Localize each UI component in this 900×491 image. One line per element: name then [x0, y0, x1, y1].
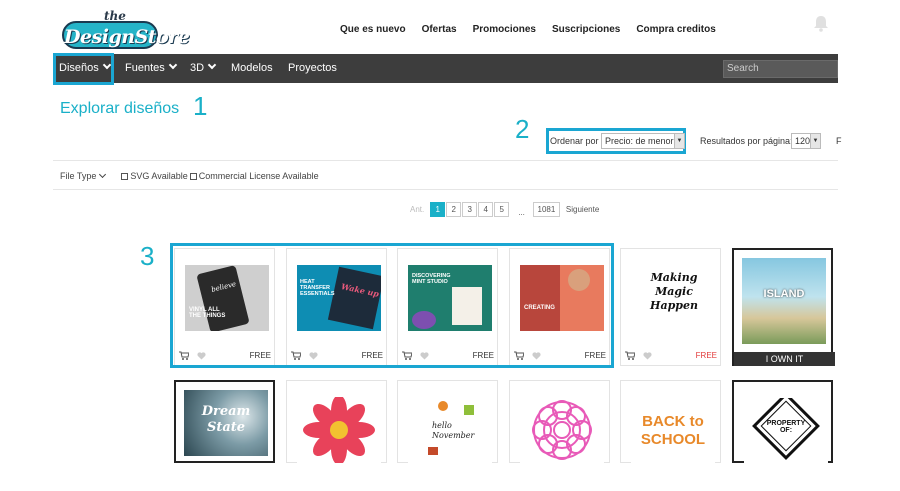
thumb-text: BACK to SCHOOL	[640, 413, 706, 448]
own-it-badge: I OWN IT	[734, 352, 835, 366]
sort-value: Precio: de menor a	[605, 136, 682, 146]
checkbox-icon[interactable]	[121, 173, 129, 180]
filter-file-type[interactable]: File Type	[60, 170, 107, 181]
results-extra: F	[836, 136, 842, 146]
nav-compra-creditos[interactable]: Compra creditos	[636, 24, 715, 35]
flower-icon	[303, 397, 375, 463]
nav-proyectos[interactable]: Proyectos	[288, 54, 337, 83]
thumb-text: PROPERTY OF:	[766, 420, 806, 434]
product-card[interactable]: BACK to SCHOOL	[620, 380, 721, 463]
divider	[53, 160, 838, 161]
product-thumbnail[interactable]: hello November	[408, 397, 492, 463]
product-thumbnail[interactable]	[297, 397, 381, 463]
product-card[interactable]: Making Magic Happen FREE	[620, 248, 721, 366]
pager-page[interactable]: 1	[430, 202, 446, 217]
chevron-down-icon	[207, 60, 217, 70]
select-arrow-icon: ▼	[674, 134, 684, 148]
select-arrow-icon: ▼	[810, 134, 820, 148]
product-card[interactable]: ISLAND I OWN IT	[732, 248, 835, 366]
chevron-down-icon	[168, 60, 177, 70]
nav-3d-label: 3D	[190, 62, 205, 74]
nav-modelos[interactable]: Modelos	[231, 54, 273, 83]
price-label: FREE	[695, 351, 717, 360]
product-card[interactable]: hello November	[397, 380, 498, 463]
category-navbar: Diseños Fuentes 3D Modelos Proyectos Sea…	[53, 54, 838, 83]
results-select[interactable]: 120 ▼	[791, 133, 821, 149]
thumb-text: hello November	[432, 421, 475, 440]
heart-icon[interactable]	[643, 351, 652, 360]
nav-que-es-nuevo[interactable]: Que es nuevo	[340, 24, 406, 35]
page-title: Explorar diseños	[60, 100, 180, 117]
highlight-free-products	[170, 243, 614, 368]
filter-license[interactable]: Commercial License Available	[189, 171, 319, 181]
nav-fuentes[interactable]: Fuentes	[125, 54, 177, 83]
annotation-2: 2	[515, 114, 530, 144]
nav-ofertas[interactable]: Ofertas	[422, 24, 457, 35]
filter-file-type-label: File Type	[60, 171, 97, 181]
checkbox-icon[interactable]	[189, 173, 197, 180]
sort-select[interactable]: Precio: de menor a ▼	[601, 133, 685, 149]
product-thumbnail[interactable]	[520, 397, 604, 463]
product-card[interactable]: PROPERTY OF:	[732, 380, 833, 464]
top-nav: Que es nuevo Ofertas Promociones Suscrip…	[340, 24, 732, 35]
pager-ellipsis: ...	[518, 208, 525, 217]
filter-svg-label: SVG Available	[130, 171, 188, 181]
search-input[interactable]: Search	[723, 60, 838, 78]
filters-bar: File Type SVG Available Commercial Licen…	[60, 170, 319, 181]
product-card[interactable]	[509, 380, 610, 463]
sort-label: Ordenar por	[550, 136, 599, 146]
results-label: Resultados por página:	[700, 136, 793, 146]
pager-last[interactable]: 1081	[532, 202, 560, 217]
annotation-3: 3	[140, 241, 155, 271]
product-card[interactable]: Dream State	[174, 380, 275, 463]
logo-wordmark: DesignStore	[62, 21, 190, 49]
nav-3d[interactable]: 3D	[190, 54, 217, 83]
pager-prev[interactable]: Ant.	[410, 205, 424, 214]
nav-fuentes-label: Fuentes	[125, 62, 165, 74]
pager-page[interactable]: 5	[494, 202, 510, 217]
results-value: 120	[795, 136, 811, 146]
nav-suscripciones[interactable]: Suscripciones	[552, 24, 620, 35]
chevron-down-icon	[99, 170, 107, 179]
filter-license-label: Commercial License Available	[198, 171, 319, 181]
nav-promociones[interactable]: Promociones	[473, 24, 536, 35]
pager-page[interactable]: 3	[462, 202, 478, 217]
pagination: Ant. 1 2 3 4 5 ... 1081 Siguiente	[410, 202, 599, 217]
mandala-icon	[532, 400, 592, 460]
bell-icon[interactable]	[812, 14, 830, 32]
annotation-1: 1	[193, 91, 208, 121]
pager-next[interactable]: Siguiente	[566, 205, 599, 214]
product-thumbnail[interactable]: ISLAND	[742, 258, 826, 344]
logo[interactable]: the DesignStore	[62, 9, 190, 49]
highlight-disenos	[53, 53, 114, 85]
product-thumbnail[interactable]: BACK to SCHOOL	[631, 397, 715, 463]
product-thumbnail[interactable]: PROPERTY OF:	[744, 398, 828, 464]
thumb-text: Making Magic Happen	[650, 271, 698, 312]
filter-svg[interactable]: SVG Available	[121, 171, 188, 181]
pager-page[interactable]: 2	[446, 202, 462, 217]
product-thumbnail[interactable]: Dream State	[184, 390, 268, 456]
divider	[53, 189, 838, 190]
thumb-text: Dream State	[201, 404, 251, 435]
product-thumbnail[interactable]: Making Magic Happen	[631, 265, 715, 331]
product-card[interactable]	[286, 380, 387, 463]
cart-icon[interactable]	[625, 351, 635, 360]
pager-page[interactable]: 4	[478, 202, 494, 217]
thumb-text: ISLAND	[763, 288, 805, 300]
